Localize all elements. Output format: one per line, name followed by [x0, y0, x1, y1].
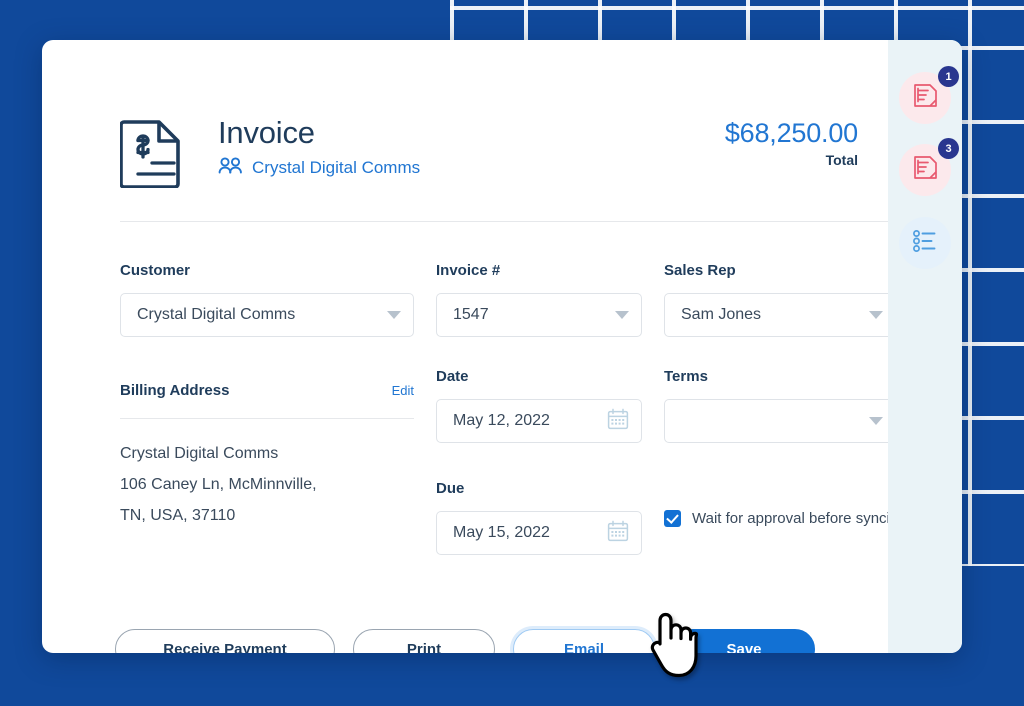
billing-address-line: Crystal Digital Comms	[120, 445, 279, 462]
date-value: May 12, 2022	[453, 412, 550, 429]
wait-for-approval-label: Wait for approval before syncing	[692, 510, 907, 527]
sales-rep-label: Sales Rep	[664, 262, 736, 279]
action-buttons: Receive Payment Print Email Save	[42, 629, 888, 653]
date-label: Date	[436, 368, 469, 385]
calendar-icon[interactable]	[607, 520, 629, 547]
note-edit-icon	[912, 82, 939, 114]
terms-select[interactable]	[664, 399, 896, 443]
title-block: Invoice Crystal Digital Comms	[218, 114, 420, 179]
billing-address-header: Billing Address Edit	[120, 382, 414, 399]
billing-address-line: 106 Caney Ln, McMinnville,	[120, 476, 317, 493]
date-field-group: Date May 12, 2022	[436, 368, 642, 443]
calendar-icon[interactable]	[607, 408, 629, 435]
print-button[interactable]: Print	[353, 629, 495, 653]
checklist-icon	[912, 229, 939, 258]
save-button[interactable]: Save	[673, 629, 815, 653]
due-field-group: Due May 15, 2022	[436, 480, 642, 555]
billing-address-edit-link[interactable]: Edit	[392, 383, 414, 398]
wait-for-approval-checkbox[interactable]	[664, 510, 681, 527]
header-divider	[120, 221, 900, 222]
email-button[interactable]: Email	[513, 629, 655, 653]
right-sidebar: 1 3	[888, 40, 962, 653]
billing-address-divider	[120, 418, 414, 419]
customer-select[interactable]: Crystal Digital Comms	[120, 293, 414, 337]
sidebar-badge: 3	[938, 138, 959, 159]
sales-rep-value: Sam Jones	[681, 306, 762, 323]
invoice-main-panel: Invoice Crystal Digital Comms $68,250.00	[42, 40, 907, 653]
invoice-header: Invoice Crystal Digital Comms $68,250.00	[119, 78, 858, 189]
customer-label: Customer	[120, 262, 191, 279]
total-label: Total	[825, 152, 858, 168]
due-label: Due	[436, 480, 465, 497]
customer-link[interactable]: Crystal Digital Comms	[252, 158, 420, 178]
chevron-down-icon	[869, 311, 883, 319]
total-block: $68,250.00 Total	[725, 118, 858, 168]
billing-address-body: Crystal Digital Comms 106 Caney Ln, McMi…	[120, 438, 420, 531]
invoice-document-icon	[119, 118, 182, 193]
receive-payment-button[interactable]: Receive Payment	[115, 629, 335, 653]
date-input[interactable]: May 12, 2022	[436, 399, 642, 443]
invoice-number-label: Invoice #	[436, 262, 501, 279]
due-value: May 15, 2022	[453, 524, 550, 541]
terms-field-group: Terms	[664, 368, 896, 443]
sidebar-item-note-2[interactable]: 3	[899, 138, 959, 196]
sidebar-badge: 1	[938, 66, 959, 87]
due-input[interactable]: May 15, 2022	[436, 511, 642, 555]
people-icon	[218, 157, 243, 179]
customer-link-row[interactable]: Crystal Digital Comms	[218, 157, 420, 179]
terms-label: Terms	[664, 368, 708, 385]
sales-rep-select[interactable]: Sam Jones	[664, 293, 896, 337]
total-amount: $68,250.00	[724, 118, 858, 148]
invoice-number-select[interactable]: 1547	[436, 293, 642, 337]
chevron-down-icon	[869, 417, 883, 425]
chevron-down-icon	[615, 311, 629, 319]
invoice-number-field-group: Invoice # 1547	[436, 262, 642, 337]
sales-rep-field-group: Sales Rep Sam Jones	[664, 262, 896, 337]
note-edit-icon	[912, 154, 939, 186]
sidebar-item-note-1[interactable]: 1	[899, 66, 959, 124]
customer-field-group: Customer Crystal Digital Comms	[120, 262, 414, 337]
billing-address-line: TN, USA, 37110	[120, 507, 236, 524]
invoice-number-value: 1547	[453, 306, 489, 323]
customer-value: Crystal Digital Comms	[137, 306, 296, 323]
chevron-down-icon	[387, 311, 401, 319]
page-title: Invoice	[218, 115, 315, 150]
wait-for-approval-row[interactable]: Wait for approval before syncing	[664, 510, 907, 527]
sidebar-item-checklist[interactable]	[899, 217, 951, 269]
billing-address-label: Billing Address	[120, 382, 230, 399]
invoice-card: Invoice Crystal Digital Comms $68,250.00	[42, 40, 962, 653]
